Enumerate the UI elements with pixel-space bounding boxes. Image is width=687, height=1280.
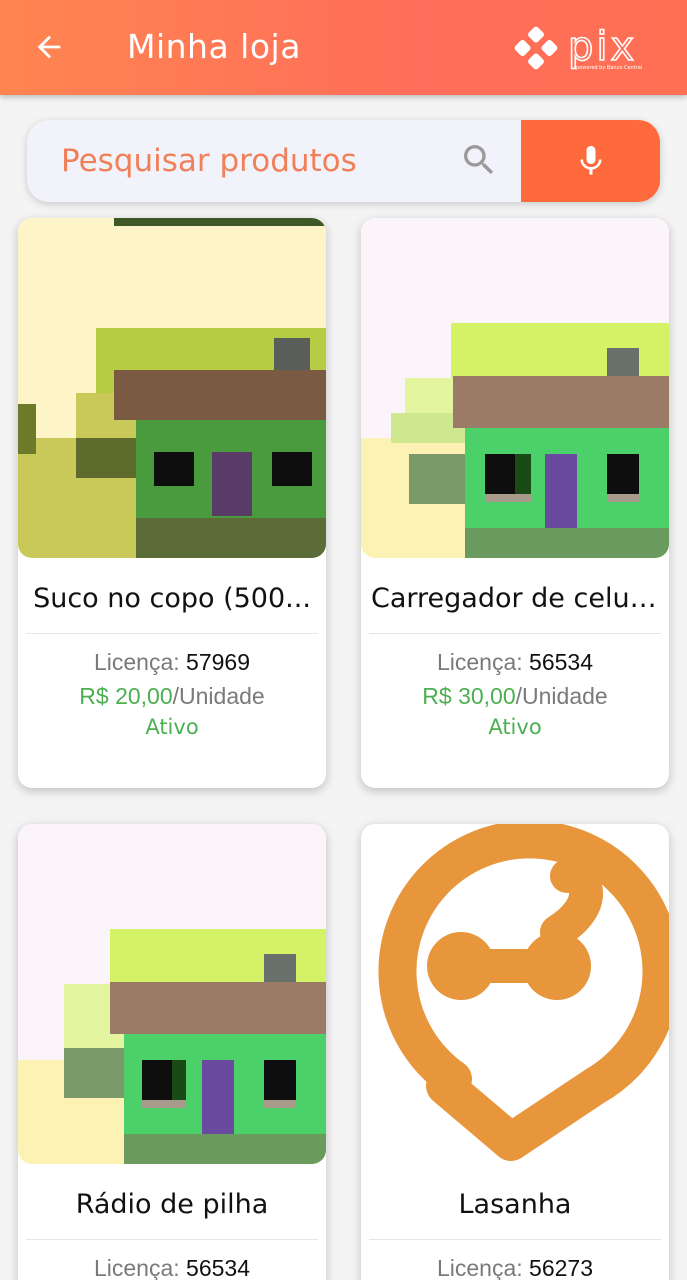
pix-logo-subtext: powered by Banco Central <box>576 65 642 71</box>
product-name: Carregador de celular <box>371 583 665 614</box>
pix-logo: pix powered by Banco Central <box>510 20 662 76</box>
product-license: Licença: 57969 <box>18 649 326 676</box>
price-unit: /Unidade <box>172 683 265 709</box>
search-icon[interactable] <box>459 140 499 180</box>
price-value: R$ 20,00 <box>79 683 173 709</box>
product-card[interactable]: Suco no copo (500... Licença: 57969 R$ 2… <box>18 218 326 788</box>
divider <box>26 633 318 634</box>
status-badge: Ativo <box>488 715 542 739</box>
license-number: 57969 <box>186 649 251 675</box>
product-card[interactable]: Lasanha Licença: 56273 <box>361 824 669 1280</box>
search-input[interactable] <box>27 120 521 202</box>
price-value: R$ 30,00 <box>422 683 516 709</box>
divider <box>369 1239 661 1240</box>
license-label: Licença: <box>93 649 187 675</box>
product-card[interactable]: Carregador de celular Licença: 56534 R$ … <box>361 218 669 788</box>
license-label: Licença: <box>436 649 530 675</box>
license-number: 56534 <box>186 1255 251 1280</box>
license-label: Licença: <box>93 1255 187 1280</box>
product-image <box>361 218 669 558</box>
arrow-left-icon <box>37 35 61 59</box>
product-license: Licença: 56534 <box>18 1255 326 1280</box>
product-image <box>18 218 326 558</box>
product-price: R$ 20,00/Unidade <box>18 683 326 710</box>
price-unit: /Unidade <box>515 683 608 709</box>
product-image <box>18 824 326 1164</box>
product-name: Rádio de pilha <box>75 1189 269 1220</box>
product-card[interactable]: Rádio de pilha Licença: 56534 <box>18 824 326 1280</box>
status-badge: Ativo <box>145 715 199 739</box>
license-number: 56534 <box>529 649 594 675</box>
back-button[interactable] <box>26 24 72 70</box>
microphone-icon <box>580 146 601 175</box>
page-title: Minha loja <box>127 27 301 66</box>
divider <box>369 633 661 634</box>
product-name: Suco no copo (500... <box>33 583 311 614</box>
brand-logo-icon <box>378 824 669 1161</box>
product-image <box>361 824 669 1164</box>
voice-search-button[interactable] <box>521 120 660 202</box>
license-label: Licença: <box>436 1255 530 1280</box>
search-bar <box>27 120 660 202</box>
product-license: Licença: 56273 <box>361 1255 669 1280</box>
license-number: 56273 <box>529 1255 594 1280</box>
divider <box>26 1239 318 1240</box>
app-bar: Minha loja pix powered by Banco Central <box>0 0 687 95</box>
product-license: Licença: 56534 <box>361 649 669 676</box>
pix-logo-text: pix <box>568 24 637 70</box>
product-name: Lasanha <box>458 1189 572 1220</box>
product-price: R$ 30,00/Unidade <box>361 683 669 710</box>
